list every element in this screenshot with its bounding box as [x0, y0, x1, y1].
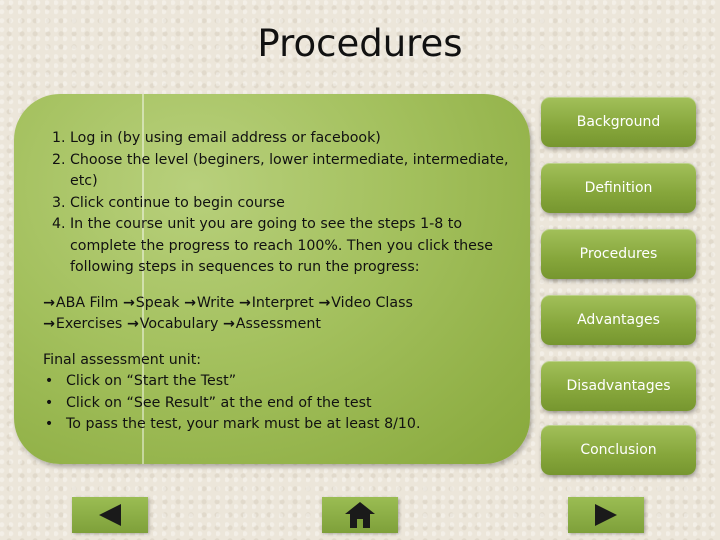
- procedure-content: Log in (by using email address or facebo…: [43, 128, 528, 436]
- final-list: • Click on “Start the Test” • Click on “Se…: [43, 371, 528, 436]
- arrow-right-icon: →: [238, 294, 251, 311]
- bullet-icon: •: [44, 394, 54, 411]
- step-item: In the course unit you are going to see …: [70, 214, 528, 279]
- nav-button-conclusion[interactable]: Conclusion: [541, 425, 696, 475]
- final-item: • Click on “See Result” at the end of the…: [45, 393, 528, 415]
- step-item: Log in (by using email address or facebo…: [70, 128, 528, 150]
- final-item-text: Click on “Start the Test”: [66, 373, 237, 389]
- final-assessment: Final assessment unit: • Click on “Start …: [43, 350, 528, 436]
- triangle-left-icon: [99, 504, 121, 526]
- final-item-text: Click on “See Result” at the end of the …: [66, 394, 372, 411]
- nav-button-advantages[interactable]: Advantages: [541, 295, 696, 345]
- arrow-right-icon: →: [318, 294, 331, 311]
- nav-button-disadvantages[interactable]: Disadvantages: [541, 361, 696, 411]
- arrow-right-icon: →: [43, 316, 55, 332]
- flow-step: Interpret: [251, 294, 314, 311]
- final-item-text: To pass the test, your mark must be at l…: [66, 416, 421, 432]
- arrow-right-icon: →: [222, 316, 235, 332]
- flow-step: Write: [196, 294, 235, 311]
- steps-list: Log in (by using email address or facebo…: [43, 128, 528, 279]
- bullet-icon: •: [44, 373, 54, 389]
- home-button[interactable]: [322, 497, 398, 533]
- flow-step: Speak: [135, 294, 180, 311]
- previous-button[interactable]: [72, 497, 148, 533]
- arrow-right-icon: →: [126, 316, 139, 332]
- flow-step: Vocabulary: [139, 316, 219, 332]
- triangle-right-icon: [595, 504, 617, 526]
- bullet-icon: •: [44, 416, 54, 432]
- final-item: • To pass the test, your mark must be at …: [45, 414, 528, 436]
- arrow-right-icon: →: [122, 294, 135, 311]
- flow-step: Assessment: [235, 316, 321, 332]
- final-heading: Final assessment unit:: [43, 351, 202, 368]
- step-item: Choose the level (beginers, lower interm…: [70, 150, 528, 193]
- next-button[interactable]: [568, 497, 644, 533]
- flow-step: ABA Film: [55, 294, 119, 311]
- final-item: • Click on “Start the Test”: [45, 371, 528, 393]
- step-item: Click continue to begin course: [70, 193, 528, 215]
- nav-button-background[interactable]: Background: [541, 97, 696, 147]
- nav-button-definition[interactable]: Definition: [541, 163, 696, 213]
- nav-button-procedures[interactable]: Procedures: [541, 229, 696, 279]
- flow-step: Exercises: [55, 316, 123, 332]
- arrow-right-icon: →: [43, 294, 55, 311]
- flow-step: Video Class: [331, 294, 413, 311]
- slide-title: Procedures: [257, 22, 463, 65]
- step-flow: →ABA Film →Speak →Write →Interpret →Vide…: [43, 293, 528, 336]
- arrow-right-icon: →: [183, 294, 196, 311]
- home-icon: [345, 502, 375, 528]
